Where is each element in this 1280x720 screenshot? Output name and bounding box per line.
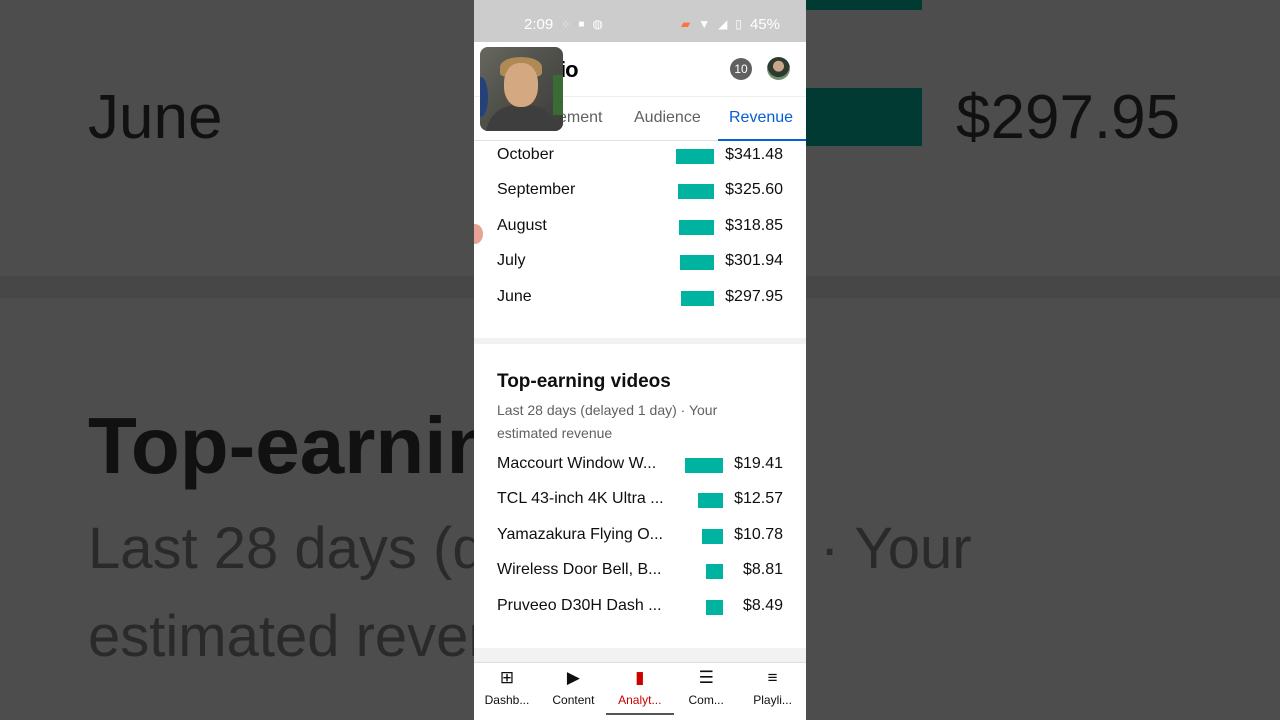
row-value: $341.48 <box>725 146 783 163</box>
nav-item-content[interactable]: ▶ Content <box>540 667 606 707</box>
background-title: Top-earnin <box>88 401 496 490</box>
webcam-overlay <box>480 47 563 131</box>
nav-item-dashboard[interactable]: ⊞ Dashb... <box>474 667 540 707</box>
row-label: Maccourt Window W... <box>497 455 657 472</box>
home-indicator <box>606 713 674 715</box>
revenue-bar <box>685 458 723 473</box>
month-row[interactable]: July $301.94 <box>497 252 783 272</box>
month-row[interactable]: August $318.85 <box>497 217 783 237</box>
row-value: $19.41 <box>734 455 783 472</box>
status-time: 2:09 <box>524 15 554 33</box>
battery-level: 45% <box>749 15 780 33</box>
revenue-bar <box>680 290 714 306</box>
playlist-icon: ≡ <box>767 668 778 687</box>
video-row[interactable]: TCL 43-inch 4K Ultra ... $12.57 <box>497 490 783 510</box>
analytics-icon: ▮ <box>635 668 645 687</box>
tab-revenue[interactable]: Revenue <box>729 109 793 127</box>
card-title: Top-earning videos <box>497 371 671 392</box>
nav-item-comments[interactable]: ☰ Com... <box>673 667 739 707</box>
tab-audience[interactable]: Audience <box>634 109 701 127</box>
background-subtitle-right: · Your <box>820 516 972 581</box>
dashboard-icon: ⊞ <box>499 668 515 687</box>
background-bar <box>806 0 922 10</box>
background-month: June <box>88 83 223 152</box>
content-icon: ▶ <box>566 668 580 687</box>
row-label: Wireless Door Bell, B... <box>497 561 662 579</box>
month-row[interactable]: October $341.48 <box>497 146 783 166</box>
status-bar: 2:09 ⁘ ■ ◍ ▰ ▼ ◢ ▯ 45% <box>474 0 806 42</box>
revenue-bar <box>678 219 714 235</box>
account-avatar[interactable] <box>767 57 790 80</box>
revenue-bar <box>705 564 723 580</box>
month-row[interactable]: June $297.95 <box>497 288 783 308</box>
revenue-bar <box>701 528 723 544</box>
nav-item-analytics[interactable]: ▮ Analyt... <box>607 667 673 707</box>
row-value: $12.57 <box>734 490 783 508</box>
row-value: $8.81 <box>742 561 783 579</box>
nav-label: Com... <box>688 693 724 707</box>
row-label: Yamazakura Flying O... <box>497 525 663 543</box>
row-value: $10.78 <box>734 525 783 543</box>
monthly-revenue-card: October $341.48 September $325.60 August $318… <box>474 141 806 338</box>
nav-item-playlist[interactable]: ≡ Playli... <box>740 667 806 707</box>
row-label: August <box>497 216 547 234</box>
nav-label: Content <box>552 693 595 707</box>
background-subtitle: Last 28 days (d <box>88 516 485 581</box>
row-value: $318.85 <box>725 216 783 234</box>
row-value: $325.60 <box>725 181 783 199</box>
row-label: July <box>497 252 526 270</box>
video-row[interactable]: Pruveeo D30H Dash ... $8.49 <box>497 597 783 617</box>
cast-icon: ▰ <box>681 17 691 31</box>
tab-engagement[interactable]: ement <box>558 109 602 127</box>
background-bar <box>806 88 922 146</box>
revenue-bar <box>680 255 714 271</box>
revenue-bar <box>677 184 714 200</box>
row-label: TCL 43-inch 4K Ultra ... <box>497 490 664 508</box>
background-subtitle-2: estimated rever <box>88 604 488 669</box>
row-label: Pruveeo D30H Dash ... <box>497 596 662 614</box>
comments-icon: ☰ <box>698 668 714 687</box>
sync-icon: ◍ <box>592 17 603 31</box>
nav-label: Dashb... <box>484 693 530 707</box>
row-label: June <box>497 287 532 305</box>
video-row[interactable]: Yamazakura Flying O... $10.78 <box>497 526 783 546</box>
nav-label: Analyt... <box>618 693 662 707</box>
bottom-navigation: ⊞ Dashb... ▶ Content ▮ Analyt... ☰ Com... ≡ Playl… <box>474 662 806 720</box>
battery-icon: ▯ <box>735 17 742 31</box>
row-label: September <box>497 181 576 199</box>
revenue-bar <box>698 493 723 509</box>
row-value: $8.49 <box>742 596 783 614</box>
row-value: $301.94 <box>725 252 783 270</box>
notifications-badge[interactable]: 10 <box>730 58 752 80</box>
top-earning-videos-card: Top-earning videos Last 28 days (delayed… <box>474 344 806 648</box>
wifi-icon: ▼ <box>698 17 711 31</box>
nav-label: Playli... <box>753 693 792 707</box>
row-label: October <box>497 146 554 163</box>
phone-screen: 2:09 ⁘ ■ ◍ ▰ ▼ ◢ ▯ 45% io 10 ement Audie… <box>474 0 806 720</box>
video-icon: ■ <box>578 18 585 30</box>
row-value: $297.95 <box>725 287 783 305</box>
video-row[interactable]: Wireless Door Bell, B... $8.81 <box>497 561 783 581</box>
background-value: $297.95 <box>956 83 1181 152</box>
video-row[interactable]: Maccourt Window W... $19.41 <box>497 455 783 475</box>
dots-icon: ⁘ <box>561 18 571 31</box>
signal-icon: ◢ <box>718 17 728 31</box>
revenue-bar <box>706 599 723 615</box>
month-row[interactable]: September $325.60 <box>497 181 783 201</box>
card-subtitle: Last 28 days (delayed 1 day) · Your esti… <box>497 402 718 441</box>
revenue-bar <box>676 149 714 164</box>
